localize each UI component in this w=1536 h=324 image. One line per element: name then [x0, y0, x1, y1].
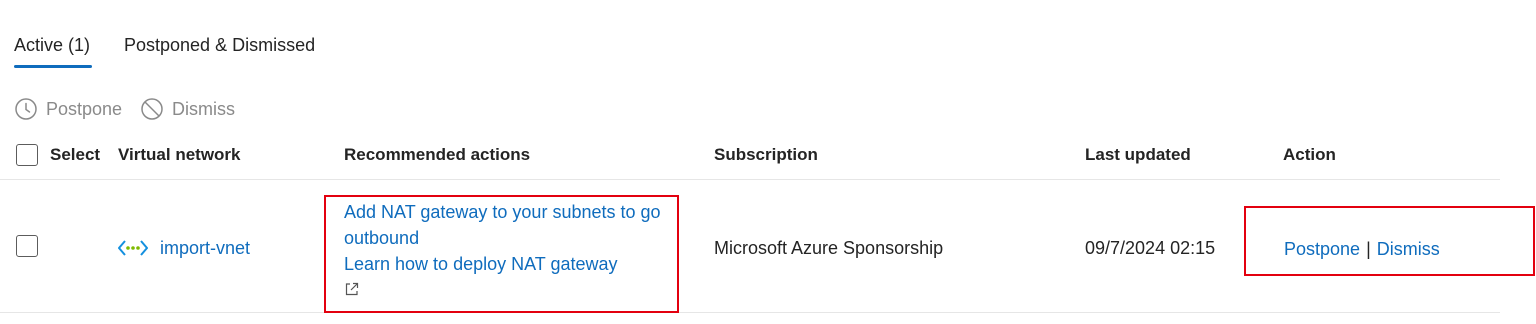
virtual-network-link[interactable]: import-vnet [160, 235, 250, 261]
dismiss-command-label: Dismiss [172, 98, 235, 119]
action-highlight-box [1244, 206, 1535, 276]
postpone-command-button[interactable]: Postpone [14, 96, 122, 122]
virtual-network-cell[interactable]: import-vnet [118, 235, 250, 261]
tab-postponed-dismissed-label: Postponed & Dismissed [124, 35, 316, 55]
row-select-checkbox[interactable] [16, 235, 38, 257]
active-tab-indicator [14, 65, 92, 68]
header-divider [0, 179, 1500, 180]
dismiss-command-button[interactable]: Dismiss [140, 96, 235, 122]
recommended-actions-highlight-box [324, 195, 679, 313]
header-virtual-network: Virtual network [118, 145, 241, 164]
tab-active[interactable]: Active (1) [14, 34, 90, 56]
subscription-cell: Microsoft Azure Sponsorship [714, 238, 944, 258]
header-action: Action [1283, 145, 1336, 164]
header-last-updated: Last updated [1085, 145, 1191, 164]
row-divider [0, 312, 1500, 313]
virtual-network-icon [118, 240, 148, 256]
header-select: Select [50, 145, 101, 164]
prohibited-icon [141, 98, 163, 120]
last-updated-cell: 09/7/2024 02:15 [1085, 238, 1216, 258]
header-subscription: Subscription [714, 145, 818, 164]
select-all-checkbox[interactable] [16, 144, 38, 166]
tab-active-label: Active (1) [14, 35, 91, 55]
postpone-command-label: Postpone [46, 98, 123, 119]
tab-postponed-dismissed[interactable]: Postponed & Dismissed [124, 34, 315, 56]
header-recommended-actions: Recommended actions [344, 145, 531, 164]
clock-icon [15, 98, 37, 120]
